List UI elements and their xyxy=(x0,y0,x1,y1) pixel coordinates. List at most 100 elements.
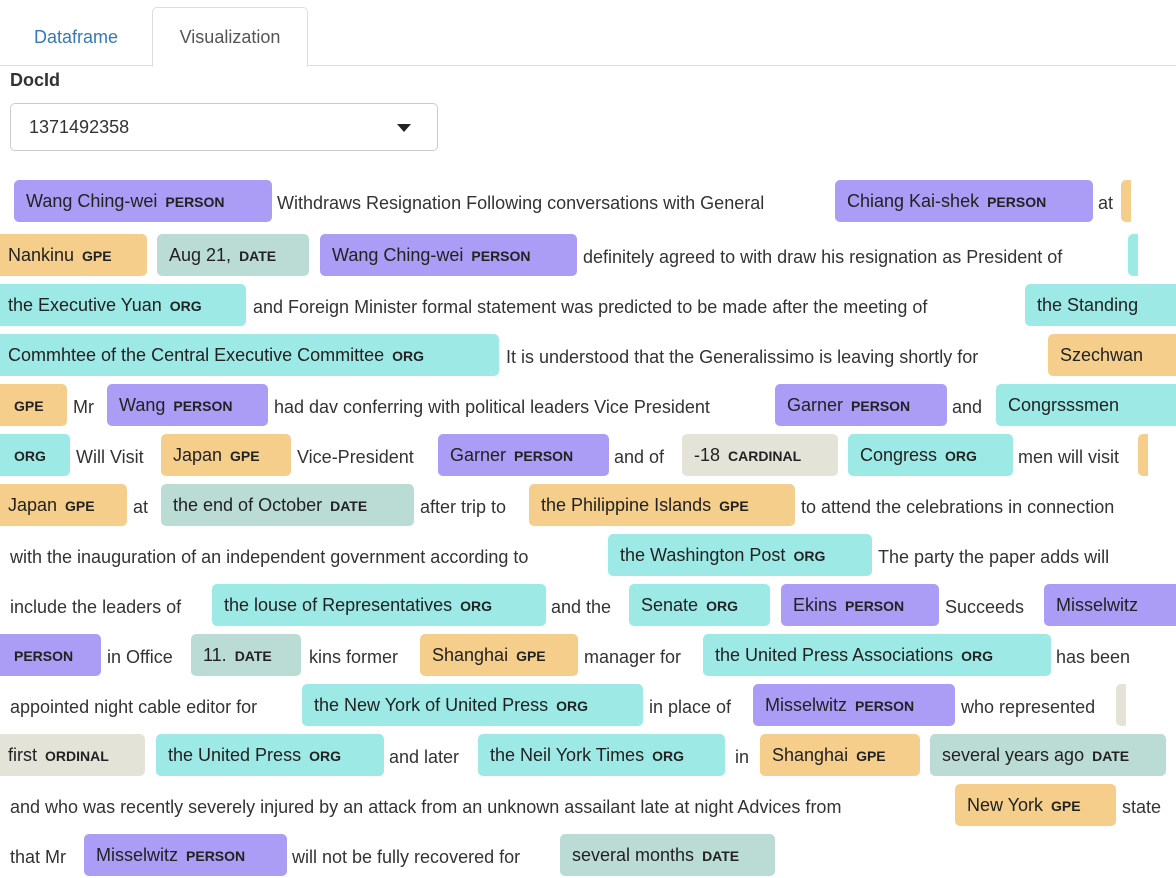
entity-label: PERSON xyxy=(186,848,246,864)
plain-text: kins former xyxy=(309,647,399,667)
entity-date: Aug 21, DATE xyxy=(157,234,309,276)
entity-text: Wang Ching-wei xyxy=(332,245,464,265)
entity-org: the Neil York Times ORG xyxy=(478,734,725,776)
entity-person: Garner PERSON xyxy=(775,384,947,426)
entity-text: Shanghai xyxy=(772,745,849,765)
chevron-down-icon[interactable] xyxy=(397,124,411,132)
entity-label: ORG xyxy=(793,548,826,564)
entity-gpe: Shanghai GPE xyxy=(760,734,920,776)
entity-person: Ekins PERSON xyxy=(781,584,939,626)
entity-text: New York xyxy=(967,795,1044,815)
text-line: GPE Mr Wang PERSON had dav conferring wit… xyxy=(0,384,1176,428)
plain-text: Will Visit xyxy=(76,447,144,467)
plain-text: will not be fully recovered for xyxy=(292,847,521,867)
plain-text: in place of xyxy=(649,697,732,717)
entity-person: Wang Ching-wei PERSON xyxy=(320,234,577,276)
entity-org: the Standing xyxy=(1025,284,1176,326)
entity-gpe: Shanghai GPE xyxy=(420,634,578,676)
entity-text: Japan xyxy=(8,495,58,515)
entity-gpe: Japan GPE xyxy=(0,484,127,526)
plain-text: and of xyxy=(614,447,665,467)
text-line: ORG Will Visit Japan GPE Vice-President G… xyxy=(0,434,1176,478)
text-line: include the leaders of the louse of Repr… xyxy=(0,584,1176,628)
entity-org: Senate ORG xyxy=(629,584,770,626)
text-line: that Mr Misselwitz PERSON will not be ful… xyxy=(0,834,1176,878)
plain-text: who represented xyxy=(961,697,1096,717)
entity-text: the louse of Representatives xyxy=(224,595,453,615)
entity-label: GPE xyxy=(65,498,95,514)
entity-text: Misselwitz xyxy=(1056,595,1139,615)
entity-label: PERSON xyxy=(165,194,225,210)
entity-org: the United Press ORG xyxy=(156,734,384,776)
entity-label: PERSON xyxy=(14,648,74,664)
entity-text: Congrsssmen xyxy=(1008,395,1120,415)
entity-org: ORG xyxy=(0,434,70,476)
text-line: Commhtee of the Central Executive Commit… xyxy=(0,334,1176,378)
entity-label: GPE xyxy=(516,648,546,664)
entity-org: the New York of United Press ORG xyxy=(302,684,643,726)
entity-text: several years ago xyxy=(942,745,1085,765)
plain-text: in xyxy=(735,747,750,767)
plain-text: in Office xyxy=(107,647,173,667)
plain-text: at xyxy=(1098,193,1114,213)
entity-cardinal: -18 CARDINAL xyxy=(682,434,838,476)
entity-person: Misselwitz PERSON xyxy=(84,834,287,876)
entity-label: GPE xyxy=(719,498,749,514)
entity-person: PERSON xyxy=(0,634,101,676)
entity-label: PERSON xyxy=(173,398,233,414)
entity-label: GPE xyxy=(82,248,112,264)
plain-text: definitely agreed to with draw his resig… xyxy=(583,247,1063,267)
plain-text: after trip to xyxy=(420,497,507,517)
plain-text: It is understood that the Generalissimo … xyxy=(506,347,979,367)
entity-label: ORG xyxy=(706,598,738,614)
entity-label: PERSON xyxy=(987,194,1047,210)
entity-label: CARDINAL xyxy=(728,448,802,464)
docid-label: DocId xyxy=(10,70,61,90)
entity-gpe: GPE xyxy=(0,384,67,426)
plain-text: Vice-President xyxy=(297,447,414,467)
tab-visualization[interactable]: Visualization xyxy=(152,7,308,67)
plain-text: to attend the celebrations in connection xyxy=(801,497,1115,517)
entity-date: several years ago DATE xyxy=(930,734,1166,776)
plain-text: manager for xyxy=(584,647,682,667)
entity-label: DATE xyxy=(234,648,272,664)
entity-label: DATE xyxy=(1092,748,1130,764)
entity-org: the louse of Representatives ORG xyxy=(212,584,546,626)
text-line: Nankinu GPE Aug 21, DATE Wang Ching-wei PER… xyxy=(0,234,1176,278)
entity-org: the Washington Post ORG xyxy=(608,534,872,576)
docid-select[interactable]: 1371492358 xyxy=(10,103,438,151)
entity-label: DATE xyxy=(239,248,277,264)
plain-text: Mr xyxy=(73,397,94,417)
entity-label: ORDINAL xyxy=(45,748,109,764)
entity-label: PERSON xyxy=(471,248,531,264)
entity-text: Misselwitz xyxy=(96,845,179,865)
entity-label: ORG xyxy=(652,748,684,764)
entity-label: ORG xyxy=(309,748,341,764)
entity-label: GPE xyxy=(1051,798,1081,814)
entity-text: the Philippine Islands xyxy=(541,495,712,515)
entity-org-start xyxy=(1128,234,1138,276)
entity-label: ORG xyxy=(460,598,493,614)
entity-gpe-start xyxy=(1121,180,1131,222)
entity-person: Garner PERSON xyxy=(438,434,609,476)
entity-label: PERSON xyxy=(514,448,574,464)
entity-label: GPE xyxy=(14,398,44,414)
entity-person: Wang PERSON xyxy=(107,384,268,426)
entity-person: Chiang Kai-shek PERSON xyxy=(835,180,1093,222)
entity-text: the Standing xyxy=(1037,295,1139,315)
entity-label: GPE xyxy=(856,748,886,764)
plain-text: state xyxy=(1122,797,1162,817)
plain-text: has been xyxy=(1056,647,1131,667)
plain-text: and who was recently severely injured by… xyxy=(10,797,842,817)
entity-gpe: the Philippine Islands GPE xyxy=(529,484,795,526)
entity-text: the Washington Post xyxy=(620,545,786,565)
entity-text: the New York of United Press xyxy=(314,695,549,715)
tab-dataframe[interactable]: Dataframe xyxy=(14,8,138,66)
entity-date: several months DATE xyxy=(560,834,775,876)
entity-label: DATE xyxy=(702,848,740,864)
entity-label: GPE xyxy=(230,448,260,464)
entity-org: the United Press Associations ORG xyxy=(703,634,1051,676)
plain-text: Withdraws Resignation Following conversa… xyxy=(277,193,765,213)
tab-bar: Dataframe Visualization xyxy=(0,0,1176,67)
plain-text: include the leaders of xyxy=(10,597,182,617)
